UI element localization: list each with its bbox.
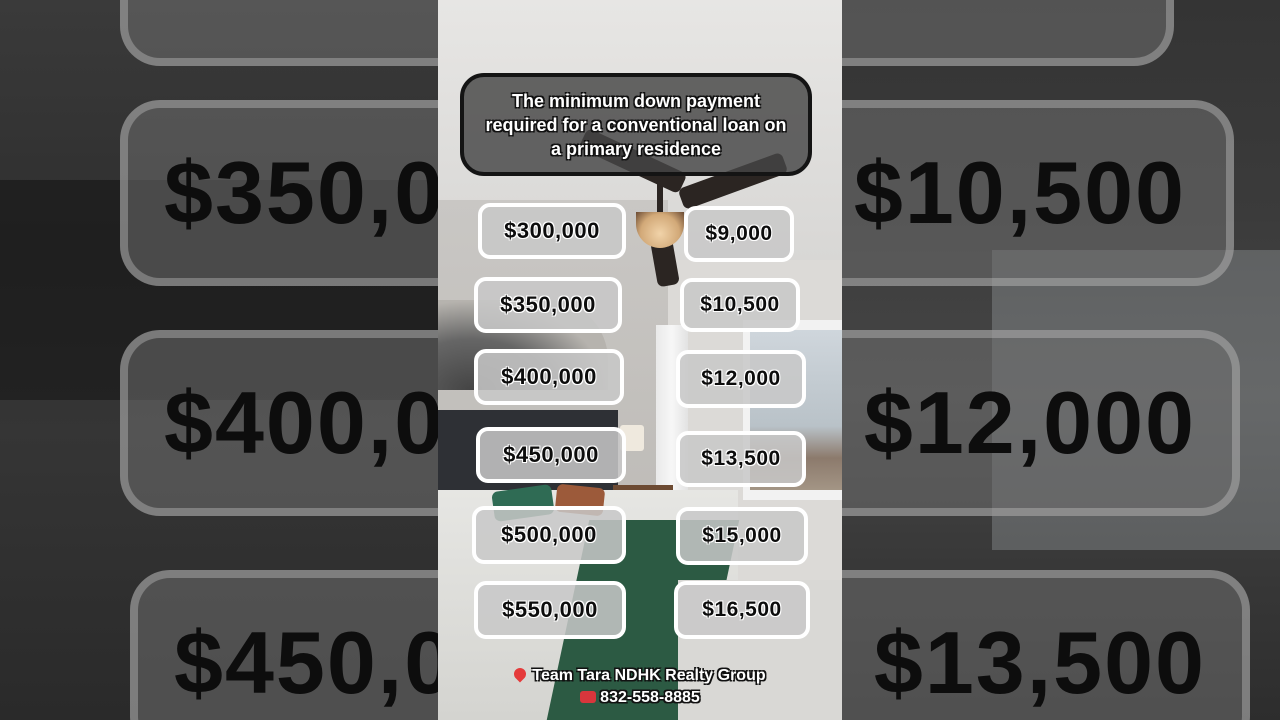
video-frame: The minimum down payment required for a … <box>438 0 842 720</box>
down-payment-pill-5: $15,000 <box>676 507 808 565</box>
background-left-panel: $350,00 $400,00 $450,00 <box>0 0 438 720</box>
price-text: $300,000 <box>504 218 600 243</box>
background-right-panel: $10,500 $12,000 $13,500 <box>842 0 1280 720</box>
price-pill-5: $500,000 <box>472 506 626 564</box>
agency-name: Team Tara NDHK Realty Group <box>532 667 766 684</box>
down-payment-text: $15,000 <box>702 524 782 547</box>
down-payment-pill-4: $13,500 <box>676 431 806 487</box>
telephone-icon <box>580 690 597 703</box>
down-payment-text: $12,000 <box>701 367 781 390</box>
down-payment-pill-6: $16,500 <box>674 581 810 639</box>
price-pill-1: $300,000 <box>478 203 626 259</box>
price-text: $400,000 <box>501 364 597 389</box>
price-pill-4: $450,000 <box>476 427 626 483</box>
down-payment-pill-2: $10,500 <box>680 278 800 332</box>
price-text: $350,000 <box>500 292 596 317</box>
ghost-text-right-1: $10,500 <box>853 143 1186 242</box>
footer-phone: 832-558-8885 <box>438 689 842 707</box>
ghost-pill-top-left <box>120 0 438 66</box>
ghost-pill-left-1: $350,00 <box>120 100 438 286</box>
ghost-pill-right-2: $12,000 <box>842 330 1240 516</box>
ghost-text-right-2: $12,000 <box>863 373 1196 472</box>
title-caption: The minimum down payment required for a … <box>460 73 812 176</box>
phone-number[interactable]: 832-558-8885 <box>600 689 700 706</box>
down-payment-text: $10,500 <box>700 293 780 316</box>
ghost-pill-top-right <box>842 0 1174 66</box>
price-pill-2: $350,000 <box>474 277 622 333</box>
ghost-text-left-1: $350,00 <box>164 143 438 242</box>
price-text: $550,000 <box>502 597 598 622</box>
price-text: $500,000 <box>501 522 597 547</box>
title-text: The minimum down payment required for a … <box>485 90 787 159</box>
down-payment-text: $16,500 <box>702 598 782 621</box>
ghost-pill-right-1: $10,500 <box>842 100 1234 286</box>
ghost-pill-right-3: $13,500 <box>842 570 1250 720</box>
price-pill-6: $550,000 <box>474 581 626 639</box>
down-payment-text: $13,500 <box>701 447 781 470</box>
footer-agency: Team Tara NDHK Realty Group <box>438 665 842 685</box>
down-payment-pill-1: $9,000 <box>684 206 794 262</box>
ghost-text-left-3: $450,00 <box>174 613 438 712</box>
price-pill-3: $400,000 <box>474 349 624 405</box>
ghost-pill-left-3: $450,00 <box>130 570 438 720</box>
down-payment-text: $9,000 <box>705 222 773 245</box>
map-pin-icon <box>511 665 529 683</box>
ghost-text-right-3: $13,500 <box>873 613 1206 712</box>
price-text: $450,000 <box>503 442 599 467</box>
ghost-text-left-2: $400,00 <box>164 373 438 472</box>
ghost-pill-left-2: $400,00 <box>120 330 438 516</box>
down-payment-pill-3: $12,000 <box>676 350 806 408</box>
